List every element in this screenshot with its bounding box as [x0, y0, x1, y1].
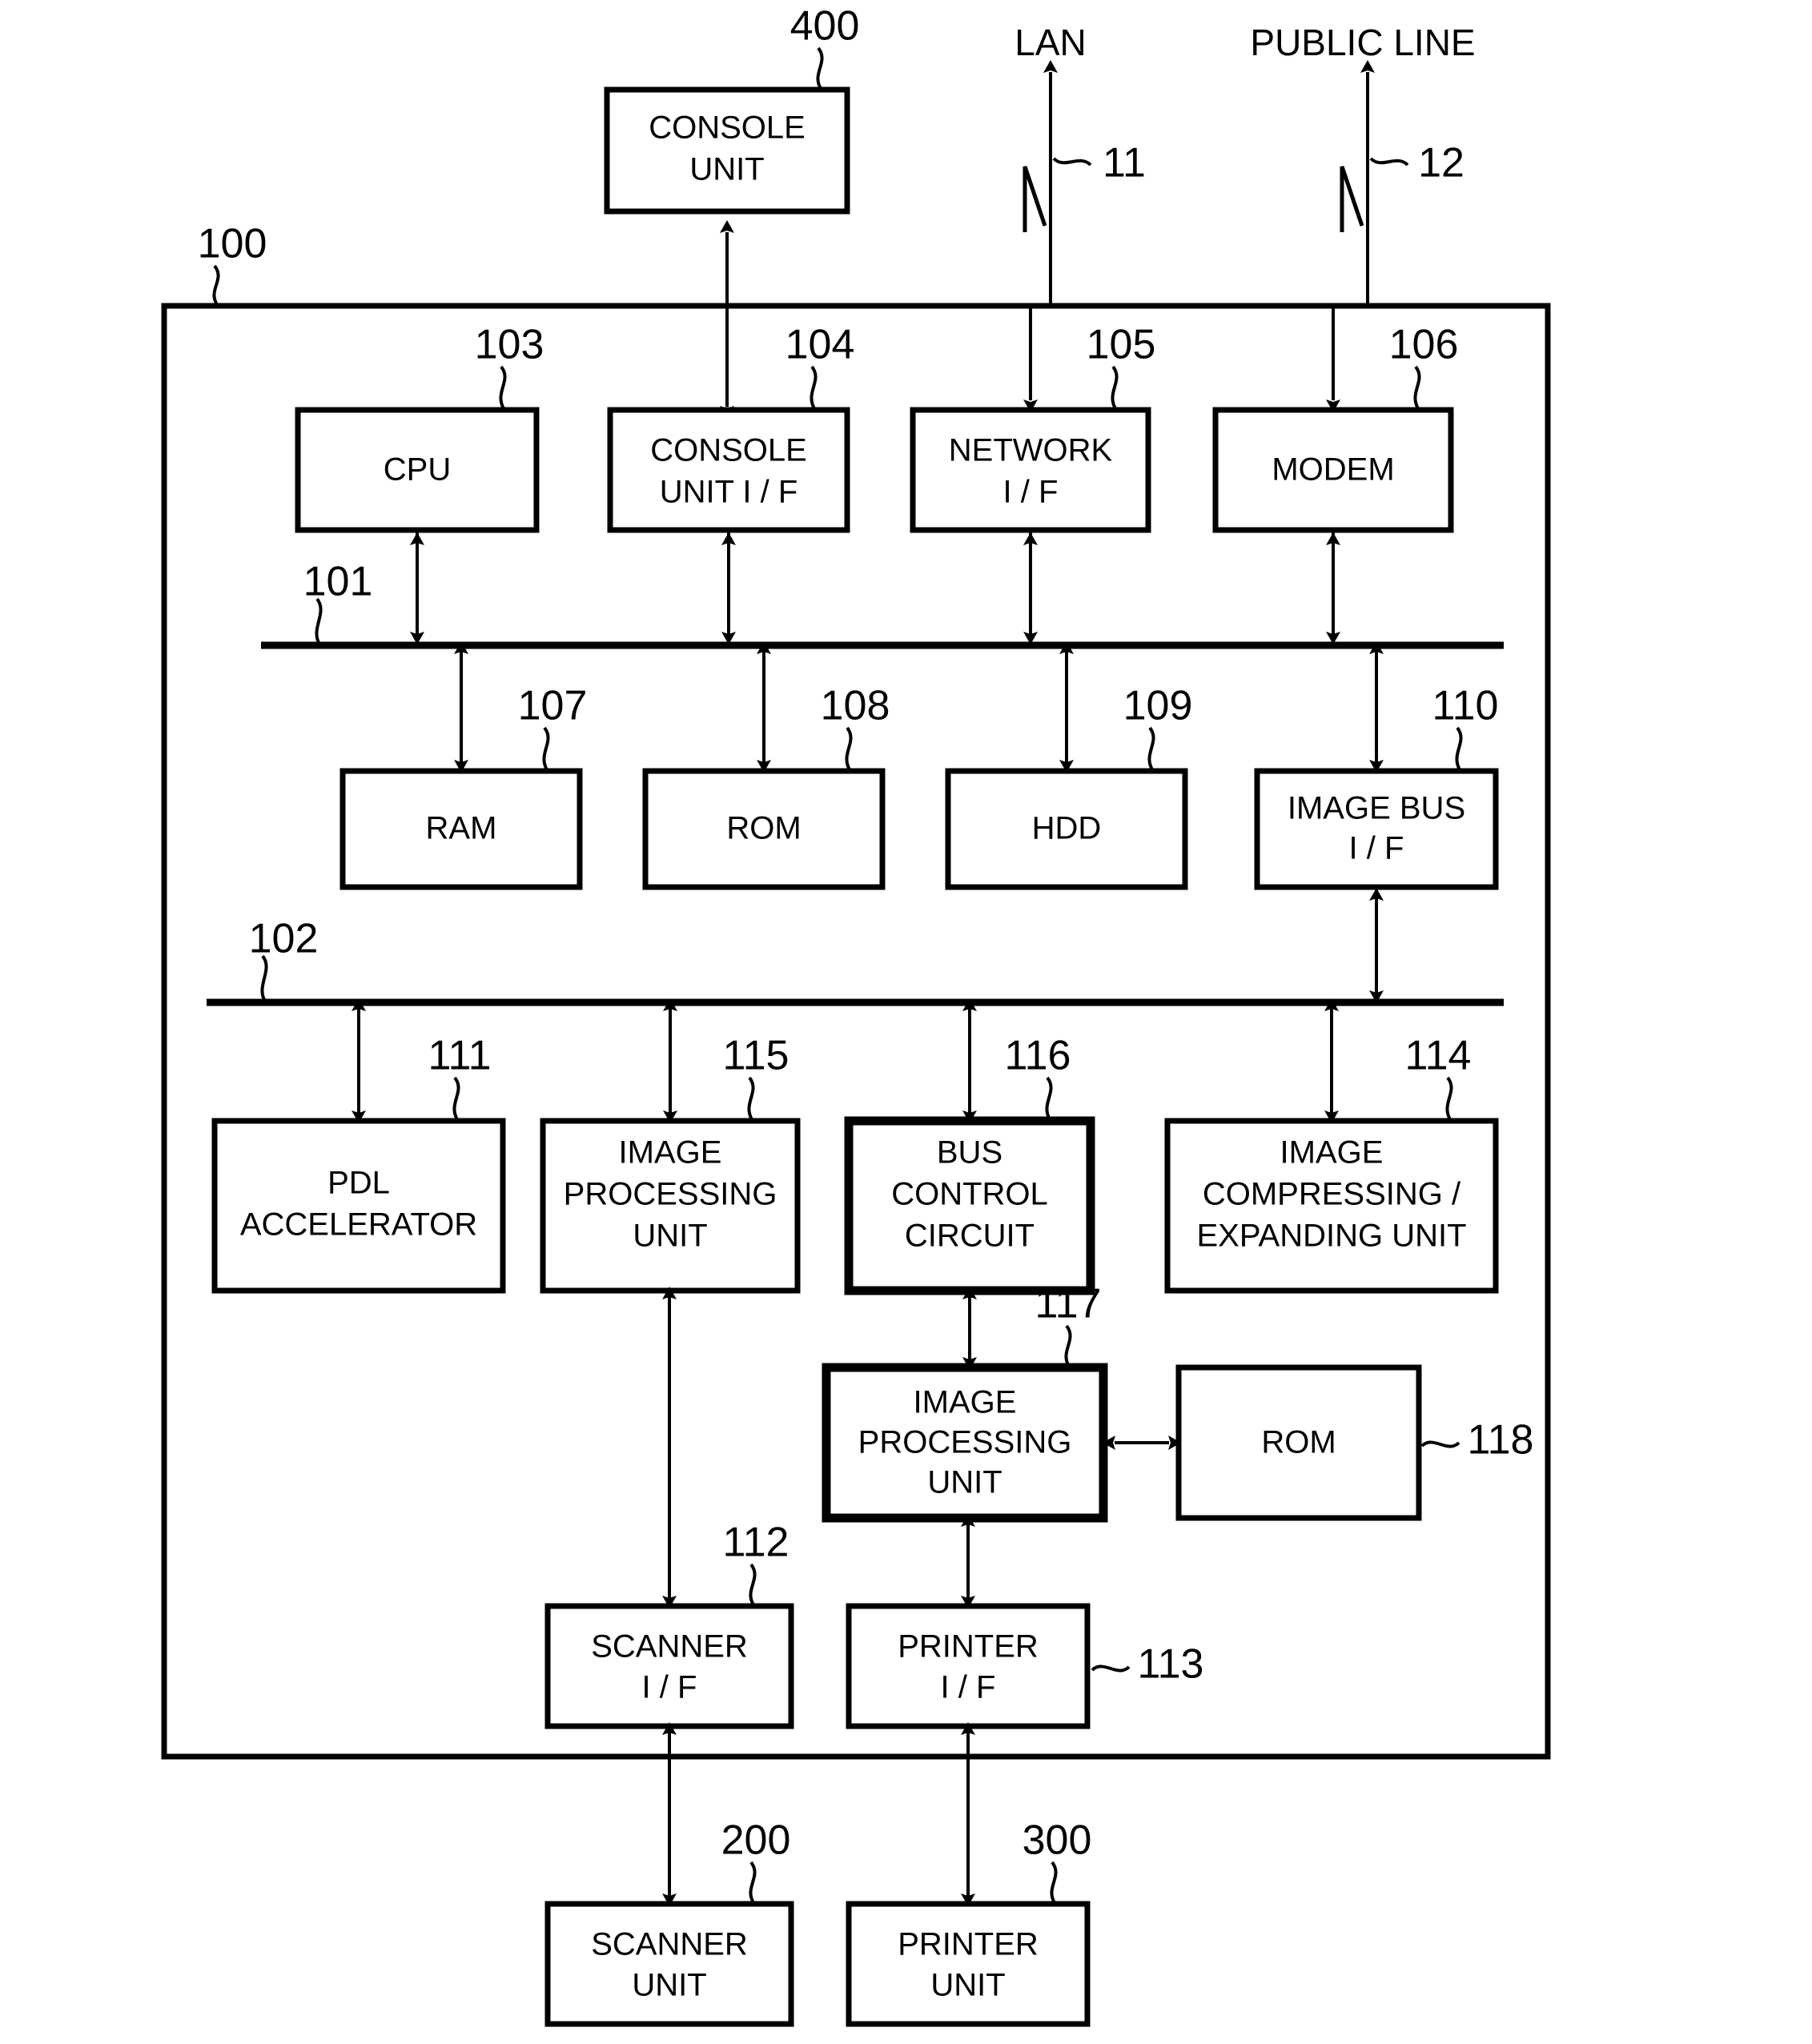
leader-100	[212, 264, 220, 307]
block-hdd-line-0: HDD	[1032, 811, 1102, 846]
ref-label-103: 103	[475, 322, 544, 368]
block-printer-if-line-1: I / F	[941, 1670, 996, 1705]
block-console-unit[interactable]	[604, 86, 850, 215]
ref-label-100: 100	[198, 221, 267, 267]
leader-117	[1064, 1324, 1072, 1369]
figure-canvas: 100 CONSOLE UNIT 400 LAN 11 PUBLIC LINE …	[0, 0, 1812, 2044]
block-printer-unit-line-0: PRINTER	[898, 1927, 1039, 1962]
block-cpu-line-0: CPU	[384, 452, 451, 488]
block-image-processing-unit-117-line-1: PROCESSING	[858, 1425, 1072, 1460]
leader-116	[1045, 1076, 1053, 1122]
block-pdl-accelerator[interactable]	[211, 1118, 506, 1294]
lan-zigzag-break	[1023, 166, 1047, 232]
block-network-if-line-1: I / F	[1003, 475, 1059, 510]
ref-label-12: 12	[1418, 140, 1464, 187]
block-ram-line-0: RAM	[426, 811, 497, 846]
leader-200	[749, 1861, 757, 1905]
block-printer-if[interactable]	[846, 1603, 1091, 1729]
ref-label-101: 101	[303, 559, 373, 605]
leader-103	[499, 365, 507, 412]
block-diagram-svg: 100 CONSOLE UNIT 400 LAN 11 PUBLIC LINE …	[161, 3, 1551, 2027]
block-rom-main-line-0: ROM	[726, 811, 801, 846]
block-image-bus-if[interactable]	[1254, 768, 1499, 890]
block-scanner-if[interactable]	[544, 1603, 794, 1729]
leader-102	[260, 954, 268, 1004]
public-line-zigzag-break	[1340, 166, 1364, 232]
leader-12	[1369, 157, 1409, 167]
block-image-processing-unit-115-line-2: UNIT	[633, 1219, 707, 1254]
ref-label-11: 11	[1103, 140, 1146, 187]
ref-label-106: 106	[1389, 322, 1459, 368]
external-label-public-line: PUBLIC LINE	[1250, 22, 1475, 63]
leader-118	[1420, 1440, 1460, 1448]
ref-label-116: 116	[1005, 1033, 1071, 1079]
block-printer-unit[interactable]	[846, 1901, 1091, 2027]
leader-101	[315, 597, 323, 647]
block-network-if[interactable]	[910, 407, 1151, 533]
block-printer-if-line-0: PRINTER	[898, 1629, 1039, 1665]
ref-label-109: 109	[1123, 683, 1193, 729]
ref-label-400: 400	[790, 3, 860, 50]
ref-label-104: 104	[785, 322, 855, 368]
leader-106	[1413, 365, 1421, 412]
leader-111	[452, 1076, 460, 1122]
external-label-lan: LAN	[1014, 22, 1086, 63]
block-scanner-unit[interactable]	[544, 1901, 794, 2027]
block-scanner-if-line-0: SCANNER	[591, 1629, 748, 1665]
block-image-bus-if-line-0: IMAGE BUS	[1288, 791, 1465, 826]
block-scanner-unit-line-0: SCANNER	[591, 1927, 748, 1962]
block-image-bus-if-line-1: I / F	[1349, 831, 1404, 866]
block-console-unit-if[interactable]	[607, 407, 850, 533]
ref-label-102: 102	[249, 916, 319, 962]
block-image-processing-unit-115-line-0: IMAGE	[619, 1135, 722, 1171]
ref-label-112: 112	[723, 1520, 789, 1566]
ref-label-107: 107	[518, 683, 588, 729]
ref-label-114: 114	[1405, 1033, 1472, 1079]
block-scanner-unit-line-1: UNIT	[632, 1968, 706, 2003]
block-printer-unit-line-1: UNIT	[930, 1968, 1005, 2003]
leader-112	[749, 1563, 757, 1608]
block-image-compressing-expanding-unit-line-1: COMPRESSING /	[1203, 1177, 1461, 1212]
ref-label-115: 115	[723, 1033, 789, 1079]
leader-11	[1052, 157, 1092, 167]
leader-115	[747, 1076, 755, 1122]
block-modem-line-0: MODEM	[1272, 452, 1394, 488]
block-bus-control-circuit-line-1: CONTROL	[891, 1177, 1048, 1212]
leader-107	[542, 726, 550, 773]
block-image-compressing-expanding-unit-line-0: IMAGE	[1280, 1135, 1384, 1171]
leader-104	[810, 365, 818, 412]
leader-113	[1091, 1665, 1131, 1673]
block-console-unit-line-0: CONSOLE	[649, 110, 806, 146]
block-scanner-if-line-1: I / F	[642, 1670, 697, 1705]
ref-label-111: 111	[428, 1033, 491, 1079]
leader-105	[1111, 365, 1119, 412]
leader-109	[1147, 726, 1155, 773]
ref-label-110: 110	[1432, 683, 1499, 729]
leader-114	[1445, 1076, 1453, 1122]
leader-400	[816, 46, 824, 91]
block-rom-118-line-0: ROM	[1261, 1425, 1336, 1460]
leader-110	[1455, 726, 1463, 773]
block-bus-control-circuit-line-2: CIRCUIT	[905, 1219, 1035, 1254]
block-bus-control-circuit-line-0: BUS	[937, 1135, 1002, 1171]
ref-label-113: 113	[1138, 1641, 1204, 1688]
ref-label-118: 118	[1468, 1417, 1534, 1464]
leader-108	[845, 726, 853, 773]
block-console-unit-line-1: UNIT	[689, 152, 764, 187]
block-console-unit-if-line-1: UNIT I / F	[660, 475, 798, 510]
block-console-unit-if-line-0: CONSOLE	[650, 433, 807, 468]
block-pdl-accelerator-line-0: PDL	[327, 1166, 390, 1201]
ref-label-300: 300	[1023, 1817, 1092, 1864]
ref-label-117: 117	[1035, 1281, 1102, 1327]
ref-label-200: 200	[721, 1817, 791, 1864]
ref-label-108: 108	[821, 683, 890, 729]
leader-300	[1050, 1861, 1058, 1905]
block-image-compressing-expanding-unit-line-2: EXPANDING UNIT	[1196, 1219, 1466, 1254]
block-image-processing-unit-117-line-2: UNIT	[927, 1465, 1002, 1500]
block-image-processing-unit-115-line-1: PROCESSING	[564, 1177, 777, 1212]
block-image-processing-unit-117-line-0: IMAGE	[914, 1385, 1017, 1420]
block-pdl-accelerator-line-1: ACCELERATOR	[240, 1207, 477, 1243]
ref-label-105: 105	[1087, 322, 1156, 368]
block-network-if-line-0: NETWORK	[949, 433, 1113, 468]
